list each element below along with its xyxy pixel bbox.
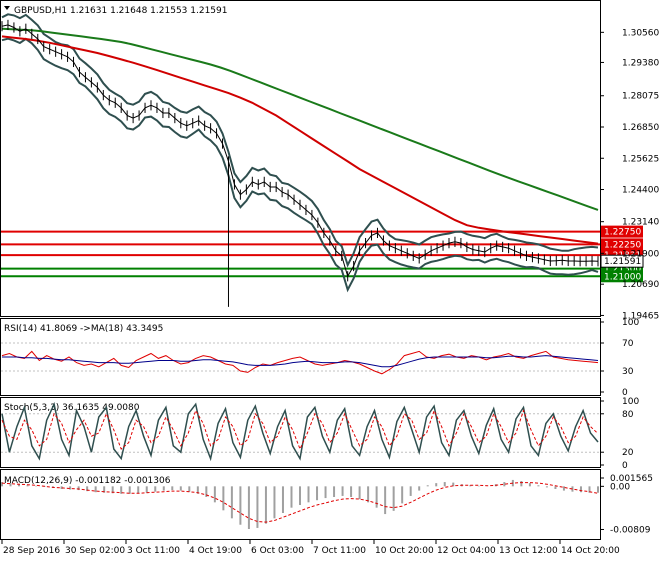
xtick-label-9: 14 Oct 20:00 <box>561 546 620 556</box>
rsi-ytick-label-1: 70 <box>622 339 634 349</box>
price-ytick-label-0: 1.30560 <box>622 28 659 38</box>
stoch-ytick-label-1: 80 <box>622 410 634 420</box>
price-ytick-label-3: 1.26850 <box>622 123 659 133</box>
rsi-pane-title: RSI(14) 41.8069 ->MA(18) 43.3495 <box>4 324 163 334</box>
price-ytick-label-6: 1.23140 <box>622 218 659 228</box>
stoch-ytick-label-2: 20 <box>622 448 634 458</box>
price-ytick-label-8: 1.20690 <box>622 280 659 290</box>
rsi-ytick-label-2: 30 <box>622 367 634 377</box>
stoch-ytick-label-0: 100 <box>622 397 639 407</box>
xtick-label-0: 28 Sep 2016 <box>3 546 60 556</box>
price-ytick-label-7: 1.21900 <box>622 249 659 259</box>
price-ytick-label-5: 1.24400 <box>622 186 659 196</box>
chart-canvas[interactable]: GBPUSD,H1 1.21631 1.21648 1.21553 1.2159… <box>0 0 660 560</box>
price-ytick-label-4: 1.25625 <box>622 154 659 164</box>
xtick-label-4: 6 Oct 03:00 <box>251 546 304 556</box>
xtick-label-7: 12 Oct 04:00 <box>437 546 496 556</box>
xtick-label-5: 7 Oct 11:00 <box>313 546 366 556</box>
xtick-label-2: 3 Oct 11:00 <box>127 546 180 556</box>
macd-ytick-label-1: 0.00 <box>610 482 630 492</box>
xtick-label-1: 30 Sep 02:00 <box>65 546 125 556</box>
xtick-label-6: 10 Oct 20:00 <box>375 546 434 556</box>
price-pane-title: GBPUSD,H1 1.21631 1.21648 1.21553 1.2159… <box>14 6 227 16</box>
macd-ytick-label-2: -0.00809 <box>610 525 651 535</box>
rsi-ytick-label-0: 100 <box>622 318 639 328</box>
level-price-label-0: 1.22750 <box>604 228 641 238</box>
price-ytick-label-2: 1.28075 <box>622 92 659 102</box>
xtick-label-3: 4 Oct 19:00 <box>189 546 242 556</box>
xtick-label-8: 13 Oct 12:00 <box>499 546 558 556</box>
price-ytick-label-1: 1.29380 <box>622 58 659 68</box>
stoch-ytick-label-3: 0 <box>622 461 628 471</box>
chart-window: GBPUSD,H1 1.21631 1.21648 1.21553 1.2159… <box>0 0 660 560</box>
